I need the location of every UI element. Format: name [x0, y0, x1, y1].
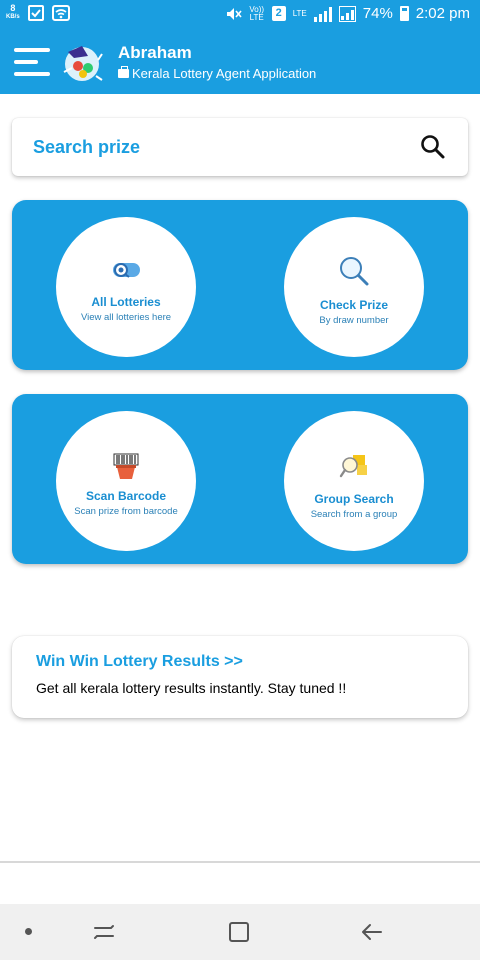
search-prize-box[interactable]: Search prize [12, 118, 468, 176]
group-search-title: Group Search [314, 492, 394, 506]
home-icon[interactable] [224, 918, 254, 946]
volte-indicator: Vo)) LTE [249, 4, 265, 22]
all-lotteries-subtitle: View all lotteries here [80, 312, 172, 323]
system-navigation-bar [0, 904, 480, 960]
menu-line-icon [14, 72, 50, 76]
menu-line-icon [14, 60, 38, 64]
network-speed-value: 8 [10, 3, 16, 13]
checkbox-notification-icon [27, 5, 44, 21]
battery-level: 74% [362, 5, 393, 22]
lottery-results-card[interactable]: Win Win Lottery Results >> Get all keral… [12, 636, 468, 718]
app-bar: Abraham Kerala Lottery Agent Application [0, 30, 480, 94]
group-search-tile[interactable]: Group Search Search from a group [284, 411, 424, 551]
menu-panel-top: All Lotteries View all lotteries here Ch… [12, 200, 468, 370]
barcode-scanner-icon [113, 453, 139, 479]
app-logo-icon [63, 46, 103, 81]
network-speed-unit: KB/s [6, 14, 20, 20]
results-card-title: Win Win Lottery Results >> [36, 653, 243, 670]
lte-indicator: LTE [292, 8, 307, 18]
network-speed: 8 KB/s [6, 4, 20, 22]
menu-panel-bottom: Scan Barcode Scan prize from barcode Gro… [12, 394, 468, 564]
briefcase-icon [118, 66, 129, 78]
bottom-divider [0, 861, 480, 863]
menu-button[interactable] [14, 46, 50, 78]
battery-icon [399, 6, 409, 21]
results-card-text: Get all kerala lottery results instantly… [36, 680, 347, 696]
group-search-subtitle: Search from a group [310, 509, 398, 520]
group-search-icon [339, 455, 367, 478]
nav-dot-icon [25, 928, 32, 935]
check-prize-tile[interactable]: Check Prize By draw number [284, 217, 424, 357]
app-subtitle: Kerala Lottery Agent Application [118, 66, 316, 81]
signal-strength-icon [313, 6, 332, 22]
recent-apps-icon[interactable] [89, 918, 119, 946]
all-lotteries-title: All Lotteries [91, 295, 161, 309]
wifi-icon [51, 5, 70, 21]
app-title: Abraham [118, 43, 192, 62]
scan-barcode-title: Scan Barcode [85, 489, 167, 503]
all-lotteries-tile[interactable]: All Lotteries View all lotteries here [56, 217, 196, 357]
mute-icon [226, 7, 242, 20]
magnifier-icon [340, 257, 369, 286]
search-icon[interactable] [420, 134, 446, 160]
check-prize-title: Check Prize [319, 298, 389, 312]
clock-time: 2:02 pm [415, 5, 470, 22]
status-bar: 8 KB/s Vo)) LTE 2 LTE 74% 2:02 pm [0, 0, 480, 30]
check-prize-subtitle: By draw number [319, 315, 389, 326]
lottery-ticket-icon [113, 263, 140, 278]
status-right-group: Vo)) LTE 2 LTE 74% 2:02 pm [226, 5, 470, 22]
status-left-group: 8 KB/s [6, 4, 70, 22]
app-subtitle-text: Kerala Lottery Agent Application [132, 66, 317, 81]
search-prize-label: Search prize [33, 137, 141, 157]
scan-barcode-subtitle: Scan prize from barcode [74, 506, 178, 517]
scan-barcode-tile[interactable]: Scan Barcode Scan prize from barcode [56, 411, 196, 551]
back-icon[interactable] [357, 918, 387, 946]
sim-slot-badge: 2 [271, 6, 286, 21]
signal-strength-icon-2 [338, 5, 356, 22]
menu-line-icon [14, 48, 50, 52]
